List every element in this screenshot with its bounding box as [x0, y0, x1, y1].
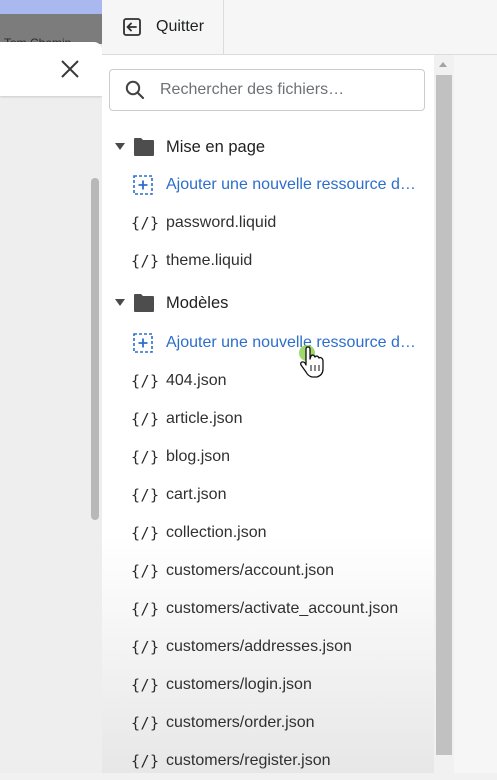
file-panel: Mise en page Ajouter une nouvelle ressou…	[102, 55, 452, 773]
file-name: collection.json	[166, 524, 267, 541]
add-template-resource[interactable]: Ajouter une nouvelle ressource de modèle	[102, 324, 432, 362]
file-name: theme.liquid	[166, 252, 253, 269]
file-name: customers/addresses.json	[166, 638, 352, 655]
add-file-icon	[133, 333, 153, 353]
json-file-icon: {/}	[131, 410, 160, 428]
file-item[interactable]: {/} blog.json	[102, 438, 432, 476]
file-name: customers/activate_account.json	[166, 600, 399, 617]
folder-icon	[134, 138, 154, 156]
file-name: customers/register.json	[166, 752, 331, 769]
file-item[interactable]: {/} customers/order.json	[102, 704, 432, 742]
json-file-icon: {/}	[131, 676, 160, 694]
file-name: customers/account.json	[166, 562, 335, 579]
file-item[interactable]: {/} customers/login.json	[102, 666, 432, 704]
file-item[interactable]: {/} theme.liquid	[102, 242, 432, 280]
file-name: password.liquid	[166, 214, 277, 231]
quit-label: Quitter	[156, 18, 205, 35]
background-modal	[0, 42, 102, 96]
folder-label: Modèles	[166, 293, 229, 312]
json-file-icon: {/}	[131, 448, 160, 466]
json-file-icon: {/}	[131, 638, 160, 656]
file-item[interactable]: {/} customers/register.json	[102, 742, 432, 780]
file-item[interactable]: {/} customers/activate_account.json	[102, 590, 432, 628]
file-name: customers/login.json	[166, 676, 312, 693]
add-resource-link: Ajouter une nouvelle ressource de mise e…	[166, 176, 419, 193]
folder-layout[interactable]: Mise en page	[102, 128, 432, 166]
json-file-icon: {/}	[131, 372, 160, 390]
close-icon	[61, 60, 79, 78]
add-file-icon	[133, 175, 153, 195]
user-bar: Tom Chemin	[0, 14, 102, 44]
background-scrollbar[interactable]	[91, 178, 99, 520]
file-item[interactable]: {/} customers/account.json	[102, 552, 432, 590]
folder-templates[interactable]: Modèles	[102, 284, 432, 322]
caret-down-icon	[115, 143, 125, 150]
file-item[interactable]: {/} 404.json	[102, 362, 432, 400]
search-box	[109, 69, 425, 111]
folder-label: Mise en page	[166, 137, 266, 156]
exit-icon	[123, 18, 141, 36]
file-name: article.json	[166, 410, 243, 427]
file-name: blog.json	[166, 448, 231, 465]
json-file-icon: {/}	[131, 752, 160, 770]
json-file-icon: {/}	[131, 524, 160, 542]
file-item[interactable]: {/} collection.json	[102, 514, 432, 552]
browser-strip	[0, 0, 102, 14]
liquid-file-icon: {/}	[131, 214, 160, 232]
file-item[interactable]: {/} cart.json	[102, 476, 432, 514]
file-item[interactable]: {/} password.liquid	[102, 204, 432, 242]
add-resource-link: Ajouter une nouvelle ressource de modèle	[166, 334, 419, 351]
json-file-icon: {/}	[131, 714, 160, 732]
code-editor-area	[454, 55, 497, 773]
scrollbar-thumb[interactable]	[436, 75, 452, 755]
close-button[interactable]	[58, 57, 82, 81]
file-name: 404.json	[166, 372, 227, 389]
file-item[interactable]: {/} article.json	[102, 400, 432, 438]
caret-down-icon	[115, 299, 125, 306]
file-name: cart.json	[166, 486, 227, 503]
file-item[interactable]: {/} customers/addresses.json	[102, 628, 432, 666]
file-name: customers/order.json	[166, 714, 315, 731]
background-page	[0, 0, 102, 773]
folder-icon	[134, 294, 154, 312]
hand-cursor-icon	[299, 345, 324, 378]
file-panel-scrollbar[interactable]	[434, 55, 454, 773]
json-file-icon: {/}	[131, 600, 160, 618]
scroll-up-arrow-icon[interactable]	[439, 62, 447, 67]
liquid-file-icon: {/}	[131, 252, 160, 270]
json-file-icon: {/}	[131, 562, 160, 580]
quit-button[interactable]: Quitter	[102, 0, 224, 54]
add-layout-resource[interactable]: Ajouter une nouvelle ressource de mise e…	[102, 166, 432, 204]
search-icon	[125, 80, 145, 100]
editor-header: Quitter	[102, 0, 497, 55]
json-file-icon: {/}	[131, 486, 160, 504]
search-input[interactable]	[158, 80, 412, 100]
